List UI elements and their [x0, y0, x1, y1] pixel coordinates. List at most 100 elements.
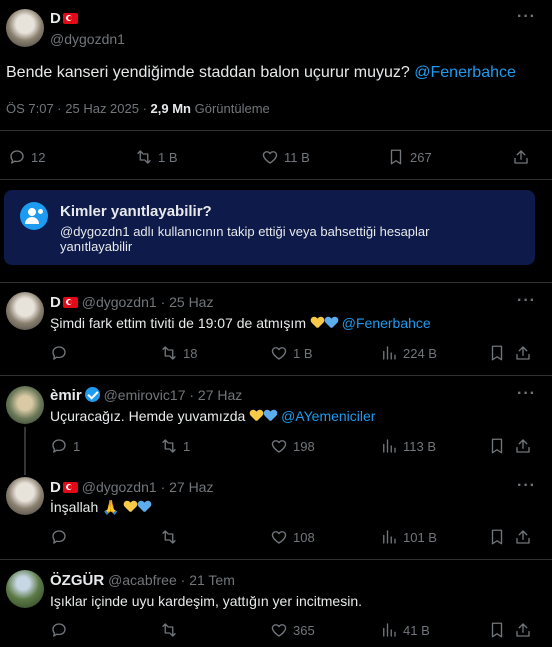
share-button[interactable]: [514, 528, 532, 546]
turkey-flag-icon: [62, 13, 78, 24]
heart-icon: [271, 440, 287, 453]
more-options-icon[interactable]: ···: [517, 292, 536, 310]
restriction-body: @dygozdn1 adlı kullanıcının takip ettiği…: [60, 224, 430, 254]
reply-icon: [52, 439, 66, 453]
share-icon: [516, 530, 530, 544]
divider: [0, 130, 552, 131]
author-name[interactable]: D: [50, 10, 61, 27]
share-icon: [516, 623, 530, 637]
heart-icon: [271, 531, 287, 544]
blue-heart-emoji: [325, 317, 338, 329]
people-icon: [20, 202, 48, 230]
like-count: 198: [293, 438, 315, 454]
share-button[interactable]: [512, 148, 530, 166]
views-button[interactable]: 101 B: [380, 528, 437, 546]
analytics-icon: [383, 346, 396, 360]
reply-button[interactable]: 1: [50, 437, 80, 455]
author-handle[interactable]: @emirovic17: [104, 387, 186, 403]
retweet-button[interactable]: 1 B: [135, 148, 178, 166]
bookmark-count: 267: [410, 149, 432, 165]
view-count: 41 B: [403, 622, 430, 638]
views-button[interactable]: 113 B: [380, 437, 436, 455]
reply-button[interactable]: [50, 621, 73, 639]
turkey-flag-icon: [62, 482, 78, 493]
author-handle[interactable]: @dygozdn1: [82, 479, 157, 495]
view-count: 2,9 Mn: [150, 101, 192, 116]
retweet-icon: [137, 150, 151, 164]
tweet-date[interactable]: · 25 Haz: [161, 294, 214, 310]
avatar[interactable]: [6, 386, 44, 424]
reply-icon: [52, 346, 66, 360]
bookmark-button[interactable]: [488, 437, 506, 455]
divider: [0, 559, 552, 560]
reply-button[interactable]: 12: [8, 148, 45, 166]
heart-icon: [271, 347, 287, 360]
reply-count: 12: [31, 149, 46, 165]
verified-badge-icon: [84, 387, 100, 402]
tweet-text: Bende kanseri yendiğimde staddan balon u…: [6, 63, 546, 83]
reply-button[interactable]: [50, 344, 73, 362]
mention-link[interactable]: @Fenerbahce: [414, 64, 516, 81]
like-button[interactable]: 1 B: [270, 344, 313, 362]
analytics-icon: [383, 439, 396, 453]
yellow-heart-emoji: [311, 317, 324, 329]
retweet-button[interactable]: [160, 528, 183, 546]
like-count: 365: [293, 622, 315, 638]
avatar[interactable]: [6, 477, 44, 515]
retweet-icon: [162, 439, 176, 453]
like-count: 11 B: [284, 149, 310, 165]
avatar[interactable]: [6, 292, 44, 330]
turkey-flag-icon: [62, 297, 78, 308]
restriction-title: Kimler yanıtlayabilir?: [60, 203, 212, 220]
divider: [0, 179, 552, 180]
reply-icon: [52, 623, 66, 637]
author-handle[interactable]: @dygozdn1: [82, 294, 157, 310]
avatar[interactable]: [6, 570, 44, 608]
tweet-body: Işıklar içinde uyu kardeşim, yattığın ye…: [50, 593, 363, 609]
author-name[interactable]: D: [50, 294, 61, 311]
tweet-date[interactable]: · 27 Haz: [189, 387, 242, 403]
mention-link[interactable]: @AYemeniciler: [281, 408, 375, 424]
like-count: 108: [293, 529, 315, 545]
retweet-button[interactable]: [160, 621, 183, 639]
reply-icon: [10, 150, 24, 164]
like-button[interactable]: 365: [270, 621, 315, 639]
reply-icon: [52, 530, 66, 544]
author-handle[interactable]: @dygozdn1: [50, 31, 125, 47]
avatar[interactable]: [6, 9, 44, 47]
share-button[interactable]: [514, 437, 532, 455]
author-handle[interactable]: @acabfree: [108, 572, 177, 588]
tweet-date[interactable]: · 21 Tem: [181, 572, 235, 588]
more-options-icon[interactable]: ···: [517, 385, 536, 403]
tweet-date[interactable]: · 27 Haz: [161, 479, 214, 495]
yellow-heart-emoji: [124, 501, 137, 513]
like-button[interactable]: 11 B: [261, 148, 310, 166]
share-button[interactable]: [514, 621, 532, 639]
bookmark-button[interactable]: 267: [387, 148, 432, 166]
bookmark-button[interactable]: [488, 344, 506, 362]
more-options-icon[interactable]: ···: [517, 477, 536, 495]
more-options-icon[interactable]: ···: [517, 8, 536, 26]
main-action-bar: 12 1 B 11 B 267: [0, 148, 552, 168]
tweet-time[interactable]: ÖS 7:07 · 25 Haz 2025 ·: [6, 101, 147, 116]
bookmark-button[interactable]: [488, 528, 506, 546]
like-button[interactable]: 108: [270, 528, 315, 546]
retweet-icon: [162, 623, 176, 637]
divider: [0, 375, 552, 376]
views-button[interactable]: 41 B: [380, 621, 430, 639]
author-name[interactable]: D: [50, 479, 61, 496]
view-count: 224 B: [403, 345, 437, 361]
author-name[interactable]: ÖZGÜR: [50, 572, 104, 589]
retweet-button[interactable]: 18: [160, 344, 197, 362]
heart-icon: [271, 624, 287, 637]
view-count: 101 B: [403, 529, 437, 545]
reply-button[interactable]: [50, 528, 73, 546]
author-name[interactable]: èmir: [50, 387, 82, 404]
reply-action-bar: 365 41 B: [0, 621, 552, 641]
share-button[interactable]: [514, 344, 532, 362]
retweet-button[interactable]: 1: [160, 437, 190, 455]
mention-link[interactable]: @Fenerbahce: [342, 315, 431, 331]
bookmark-button[interactable]: [488, 621, 506, 639]
like-button[interactable]: 198: [270, 437, 315, 455]
views-button[interactable]: 224 B: [380, 344, 437, 362]
